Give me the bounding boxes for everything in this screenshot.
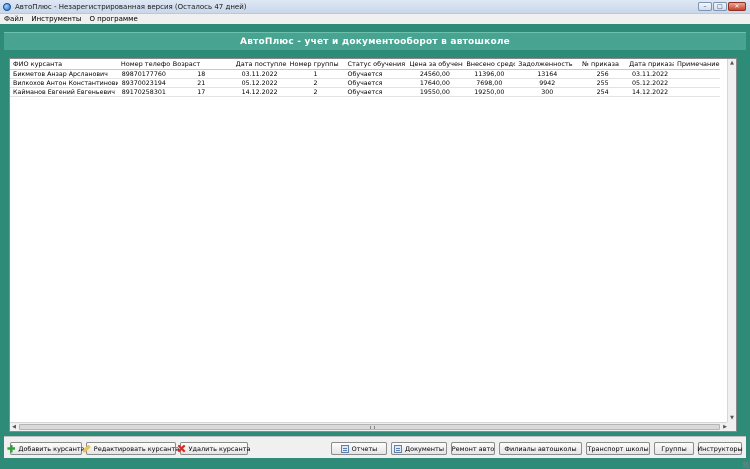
- grip-icon: [369, 426, 375, 429]
- cell-paid: 7698,00: [476, 80, 503, 87]
- col-header-paid[interactable]: Внесено средств: [463, 59, 515, 69]
- cell-status: Обучается: [347, 71, 383, 78]
- col-header-name[interactable]: ФИО курсанта: [10, 59, 118, 69]
- col-header-group[interactable]: Номер группы: [287, 59, 345, 69]
- grid-header: ФИО курсанта Номер телефона Возраст Дата…: [10, 59, 720, 70]
- delete-student-button[interactable]: Удалить курсанта: [177, 442, 251, 455]
- cell-name: Вилкохов Антон Константинович: [13, 80, 118, 87]
- close-button[interactable]: ✕: [728, 2, 746, 11]
- cell-order-date: 05.12.2022: [632, 80, 669, 87]
- edit-student-label: Редактировать курсанта: [93, 444, 180, 453]
- col-header-order-date[interactable]: Дата приказа: [626, 59, 674, 69]
- cell-price: 17640,00: [419, 80, 450, 87]
- branches-label: Филиалы автошколы: [504, 444, 577, 453]
- app-icon: [3, 2, 11, 11]
- cell-enroll-date: 14.12.2022: [241, 89, 278, 96]
- cell-order-date: 14.12.2022: [632, 89, 669, 96]
- documents-label: Документы: [405, 444, 444, 453]
- edit-student-button[interactable]: Редактировать курсанта: [82, 442, 180, 455]
- cell-debt: 9942: [539, 80, 556, 87]
- add-student-button[interactable]: Добавить курсанта: [7, 442, 85, 455]
- col-header-phone[interactable]: Номер телефона: [118, 59, 170, 69]
- col-header-price[interactable]: Цена за обучение: [406, 59, 463, 69]
- cell-debt: 13164: [537, 71, 558, 78]
- page-title: АвтоПлюс - учет и документооборот в авто…: [240, 36, 510, 47]
- cell-paid: 11396,00: [474, 71, 505, 78]
- cell-enroll-date: 03.11.2022: [241, 71, 278, 78]
- maximize-button[interactable]: □: [713, 2, 727, 11]
- delete-student-label: Удалить курсанта: [188, 444, 251, 453]
- cell-price: 19550,00: [419, 89, 450, 96]
- scrollbar-corner: [727, 422, 736, 431]
- students-grid[interactable]: ФИО курсанта Номер телефона Возраст Дата…: [9, 58, 737, 432]
- document-icon: [394, 444, 403, 453]
- header-band: АвтоПлюс - учет и документооборот в авто…: [4, 32, 746, 50]
- col-header-note[interactable]: Примечание: [674, 59, 720, 69]
- menu-tools[interactable]: Инструменты: [31, 15, 81, 23]
- cell-phone: 89370023194: [121, 80, 166, 87]
- col-header-age[interactable]: Возраст: [170, 59, 233, 69]
- cell-group: 2: [313, 80, 318, 87]
- cell-phone: 89170258301: [121, 89, 166, 96]
- cell-name: Бикметов Анзар Арсланович: [13, 71, 108, 78]
- menu-about[interactable]: О программе: [89, 15, 137, 23]
- cell-order-number: 255: [596, 80, 609, 87]
- minimize-button[interactable]: –: [698, 2, 712, 11]
- horizontal-scrollbar[interactable]: ◀ ▶: [10, 422, 729, 431]
- reports-label: Отчеты: [351, 444, 378, 453]
- instructors-label: Инструкторы: [697, 444, 743, 453]
- window-controls: – □ ✕: [698, 2, 746, 11]
- car-repair-label: Ремонт авто: [451, 444, 495, 453]
- cell-status: Обучается: [347, 80, 383, 87]
- groups-button[interactable]: Группы: [654, 442, 694, 455]
- menu-bar: Файл Инструменты О программе: [0, 14, 750, 24]
- cell-price: 24560,00: [419, 71, 450, 78]
- col-header-debt[interactable]: Задолженность: [515, 59, 579, 69]
- cell-age: 21: [197, 80, 206, 87]
- cell-note: [674, 88, 720, 96]
- scroll-up-icon[interactable]: ▲: [728, 59, 736, 67]
- cell-enroll-date: 05.12.2022: [241, 80, 278, 87]
- cell-order-number: 256: [596, 71, 609, 78]
- reports-button[interactable]: Отчеты: [331, 442, 387, 455]
- window-title: АвтоПлюс - Незарегистрированная версия (…: [15, 2, 247, 11]
- transport-button[interactable]: Транспорт школы: [586, 442, 650, 455]
- scroll-down-icon[interactable]: ▼: [728, 414, 736, 422]
- col-header-enroll-date[interactable]: Дата поступления: [233, 59, 287, 69]
- table-row[interactable]: Бикметов Анзар Арсланович 89870177760 18…: [10, 70, 720, 79]
- table-row[interactable]: Кайманов Евгений Евгеньевич 89170258301 …: [10, 88, 720, 97]
- cell-debt: 300: [541, 89, 554, 96]
- car-repair-button[interactable]: Ремонт авто: [451, 442, 495, 455]
- cell-group: 2: [313, 89, 318, 96]
- table-row[interactable]: Вилкохов Антон Константинович 8937002319…: [10, 79, 720, 88]
- bottom-toolbar: Добавить курсанта Редактировать курсанта…: [4, 436, 746, 458]
- cell-paid: 19250,00: [474, 89, 505, 96]
- col-header-order-number[interactable]: № приказа: [579, 59, 626, 69]
- cell-name: Кайманов Евгений Евгеньевич: [13, 89, 115, 96]
- resize-grip-icon[interactable]: [743, 462, 749, 468]
- instructors-button[interactable]: Инструкторы: [697, 442, 743, 455]
- horizontal-scroll-thumb[interactable]: [19, 424, 720, 430]
- vertical-scrollbar[interactable]: ▲ ▼: [727, 59, 736, 422]
- title-bar: АвтоПлюс - Незарегистрированная версия (…: [0, 0, 750, 14]
- cell-order-date: 03.11.2022: [632, 71, 669, 78]
- cell-order-number: 254: [596, 89, 609, 96]
- cell-note: [674, 79, 720, 87]
- add-student-label: Добавить курсанта: [18, 444, 85, 453]
- plus-icon: [7, 444, 16, 453]
- cell-phone: 89870177760: [121, 71, 166, 78]
- cell-group: 1: [313, 71, 318, 78]
- scroll-left-icon[interactable]: ◀: [10, 423, 18, 431]
- branches-button[interactable]: Филиалы автошколы: [499, 442, 582, 455]
- cell-age: 17: [197, 89, 206, 96]
- transport-label: Транспорт школы: [587, 444, 649, 453]
- menu-file[interactable]: Файл: [4, 15, 23, 23]
- documents-button[interactable]: Документы: [391, 442, 447, 455]
- col-header-status[interactable]: Статус обучения: [345, 59, 407, 69]
- cell-status: Обучается: [347, 89, 383, 96]
- cell-age: 18: [197, 71, 206, 78]
- groups-label: Группы: [661, 444, 687, 453]
- document-icon: [340, 444, 349, 453]
- cell-note: [674, 70, 720, 78]
